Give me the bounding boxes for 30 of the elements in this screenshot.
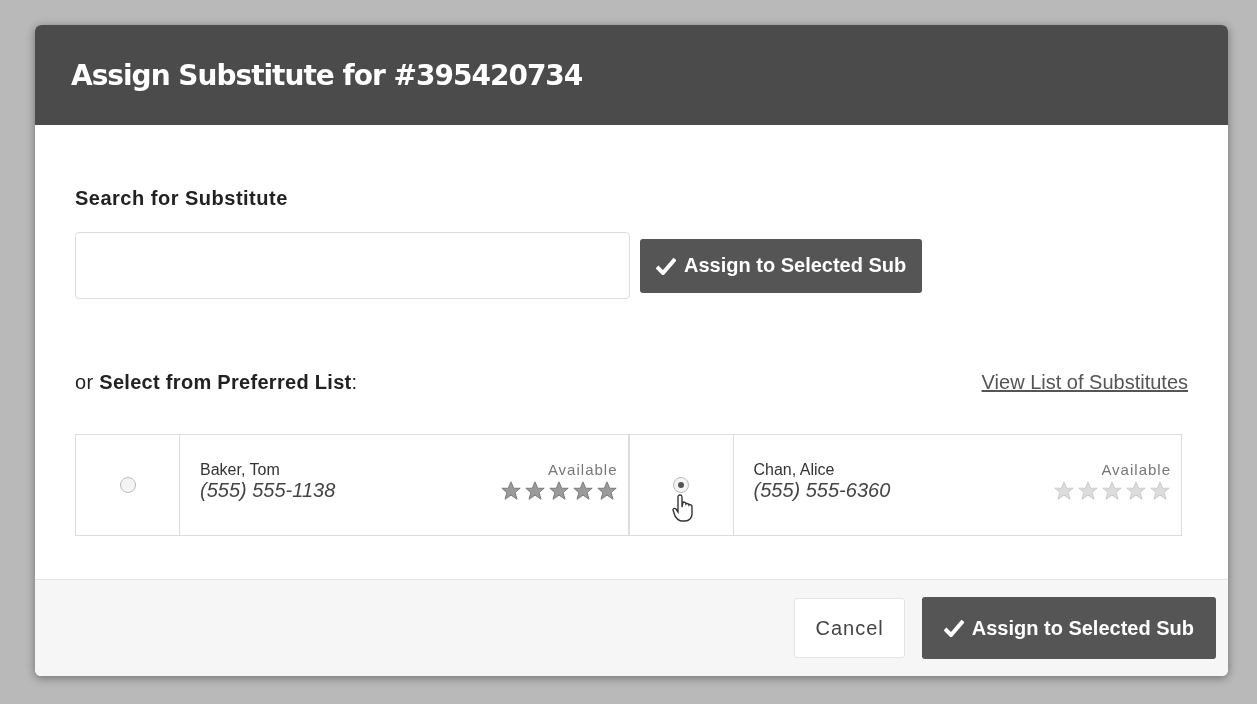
star-icon — [1101, 480, 1123, 502]
radio-button[interactable] — [673, 477, 689, 493]
check-icon — [656, 256, 676, 275]
substitute-card[interactable]: Baker, Tom (555) 555-1138 Available — [75, 434, 629, 536]
star-icon — [571, 480, 594, 502]
view-substitutes-link[interactable]: View List of Substitutes — [981, 371, 1188, 394]
dialog-title: Assign Substitute for #395420734 — [71, 58, 583, 92]
star-icon — [595, 480, 618, 502]
substitute-phone: (555) 555-6360 — [753, 479, 891, 502]
substitute-name: Chan, Alice — [753, 461, 836, 479]
search-field[interactable] — [75, 232, 630, 299]
substitute-phone: (555) 555-1138 — [200, 479, 336, 502]
radio-button[interactable] — [119, 477, 136, 493]
check-icon — [943, 619, 964, 637]
star-icon — [1149, 480, 1171, 502]
substitute-name: Baker, Tom — [200, 461, 281, 479]
star-icon — [499, 480, 522, 502]
substitute-card[interactable]: Chan, Alice (555) 555-6360 Available — [628, 434, 1182, 536]
star-icon — [1077, 480, 1099, 502]
star-icon — [547, 480, 570, 502]
star-icon — [1053, 480, 1075, 502]
assign-button[interactable]: Assign to Selected Sub — [921, 597, 1216, 659]
search-label: Search for Substitute — [75, 187, 289, 210]
preferred-list-heading: or Select from Preferred List: — [75, 371, 358, 394]
star-icon — [1125, 480, 1147, 502]
availability-status: Available — [547, 461, 618, 478]
star-icon — [523, 480, 546, 502]
assign-button[interactable]: Assign to Selected Sub — [640, 238, 923, 293]
cancel-button[interactable]: Cancel — [794, 598, 905, 658]
availability-status: Available — [1101, 461, 1171, 478]
